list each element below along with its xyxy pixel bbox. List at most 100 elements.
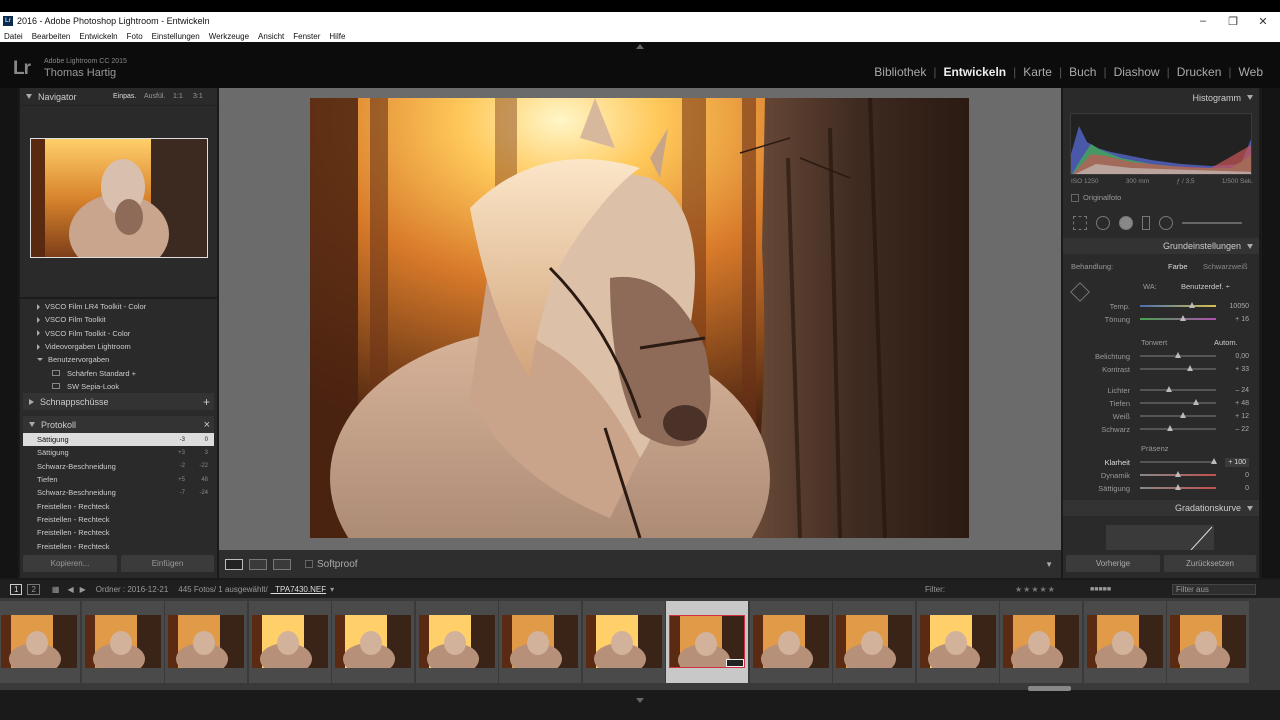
history-item[interactable]: Schwarz-Beschneidung -2 -22	[23, 460, 214, 473]
paste-button[interactable]: Einfügen	[121, 555, 214, 572]
module-bibliothek[interactable]: Bibliothek	[867, 65, 933, 79]
toolbar-menu-icon[interactable]: ▼	[1045, 560, 1053, 569]
before-after-icon[interactable]	[249, 558, 267, 570]
grid-icon[interactable]: ▦	[52, 585, 60, 594]
slider-thumb[interactable]	[1175, 352, 1181, 358]
slider-thumb[interactable]	[1166, 425, 1173, 431]
menu-entwickeln[interactable]: Entwickeln	[79, 32, 117, 41]
loupe-view-icon[interactable]	[225, 558, 243, 570]
slider-track[interactable]	[1140, 412, 1216, 418]
slider-value[interactable]: + 100	[1225, 457, 1249, 467]
filmstrip-thumbnail[interactable]	[1083, 601, 1166, 683]
softproof-toggle[interactable]: Softproof	[305, 559, 358, 570]
filmstrip-thumbnail[interactable]	[582, 601, 665, 683]
preset-folder[interactable]: VSCO Film LR4 Toolkit - Color	[20, 300, 217, 313]
basic-header[interactable]: Grundeinstellungen	[1063, 238, 1259, 254]
slider-thumb[interactable]	[1187, 365, 1194, 371]
spot-removal-icon[interactable]	[1096, 216, 1110, 230]
clear-history-icon[interactable]: ×	[204, 419, 210, 431]
slider-track[interactable]	[1140, 484, 1216, 490]
original-photo-toggle[interactable]: Originalfoto	[1071, 193, 1121, 202]
close-icon[interactable]: ✕	[1248, 12, 1278, 30]
menu-foto[interactable]: Foto	[127, 32, 143, 41]
history-item[interactable]: Freistellen - Rechteck	[23, 499, 214, 512]
softproof-checkbox[interactable]	[305, 560, 313, 568]
preset-folder[interactable]: VSCO Film Toolkit - Color	[20, 327, 217, 340]
module-buch[interactable]: Buch	[1062, 65, 1103, 79]
filmstrip-thumbnail[interactable]	[749, 601, 832, 683]
auto-button[interactable]: Autom.	[1214, 338, 1238, 347]
copy-button[interactable]: Kopieren...	[23, 555, 117, 572]
graduated-filter-icon[interactable]	[1142, 216, 1150, 230]
slider-value[interactable]: – 24	[1235, 387, 1249, 394]
slider-thumb[interactable]	[1175, 484, 1181, 490]
history-item[interactable]: Tiefen +5 48	[23, 473, 214, 486]
history-item[interactable]: Sättigung +3 3	[23, 446, 214, 459]
filmstrip-thumbnail[interactable]	[81, 601, 164, 683]
slider-track[interactable]	[1140, 471, 1216, 477]
slider-value[interactable]: – 22	[1235, 426, 1249, 433]
menu-datei[interactable]: Datei	[4, 32, 23, 41]
forward-arrow-icon[interactable]: ▶	[80, 585, 86, 594]
preset-item[interactable]: SW Sepia-Look	[20, 380, 217, 393]
minimize-icon[interactable]: –	[1188, 12, 1218, 30]
history-item[interactable]: Freistellen - Rechteck	[23, 539, 214, 552]
preset-folder[interactable]: Videovorgaben Lightroom	[20, 340, 217, 353]
slider-value[interactable]: 10050	[1230, 303, 1249, 310]
tone-curve-graph[interactable]	[1106, 525, 1214, 550]
filename-dropdown-icon[interactable]: ▾	[330, 585, 334, 594]
slider-value[interactable]: + 33	[1235, 366, 1249, 373]
slider-value[interactable]: 0	[1245, 472, 1249, 479]
slider-thumb[interactable]	[1188, 302, 1195, 308]
zoom-fill[interactable]: Ausfül.	[144, 93, 165, 100]
history-item[interactable]: Sättigung -3 0	[23, 433, 214, 447]
previous-button[interactable]: Vorherige	[1066, 555, 1160, 572]
filmstrip-thumbnail[interactable]	[499, 601, 581, 683]
slider-thumb[interactable]	[1179, 412, 1186, 418]
filmstrip-thumbnail[interactable]	[0, 601, 80, 683]
top-panel-toggle-icon[interactable]	[636, 44, 644, 49]
add-snapshot-icon[interactable]: +	[203, 395, 210, 409]
monitor-1-button[interactable]: 1	[10, 583, 23, 595]
slider-thumb[interactable]	[1179, 315, 1186, 321]
slider-track[interactable]	[1140, 425, 1216, 431]
navigator-preview[interactable]	[30, 138, 208, 258]
filmstrip-thumbnail[interactable]	[666, 601, 748, 683]
history-item[interactable]: Freistellen - Rechteck	[23, 526, 214, 539]
slider-track[interactable]	[1140, 302, 1216, 308]
slider-value[interactable]: + 48	[1235, 400, 1249, 407]
bottom-panel-toggle-icon[interactable]	[636, 698, 644, 703]
monitor-2-button[interactable]: 2	[27, 583, 40, 595]
history-item[interactable]: Schwarz-Beschneidung -7 -24	[23, 486, 214, 499]
history-header[interactable]: Protokoll ×	[23, 416, 214, 433]
module-web[interactable]: Web	[1232, 65, 1270, 79]
source-folder[interactable]: Ordner : 2016-12-21	[96, 585, 169, 594]
slider-track[interactable]	[1140, 386, 1216, 392]
original-photo-checkbox[interactable]	[1071, 193, 1079, 202]
treatment-color[interactable]: Farbe	[1168, 262, 1188, 271]
filmstrip-thumbnail[interactable]	[916, 601, 999, 683]
radial-filter-icon[interactable]	[1159, 216, 1173, 230]
preset-folder-open[interactable]: Benutzervorgaben	[20, 353, 217, 366]
filmstrip-thumbnail[interactable]	[833, 601, 915, 683]
histogram-graph[interactable]	[1070, 113, 1252, 175]
menu-einstellungen[interactable]: Einstellungen	[152, 32, 200, 41]
preset-folder[interactable]: VSCO Film Toolkit	[20, 313, 217, 326]
histogram-header[interactable]: Histogramm	[1063, 89, 1259, 106]
snapshots-header[interactable]: Schnappschüsse +	[23, 393, 214, 410]
module-diashow[interactable]: Diashow	[1107, 65, 1167, 79]
filmstrip-thumbnail[interactable]	[332, 601, 414, 683]
crop-icon[interactable]	[1073, 216, 1087, 230]
reset-button[interactable]: Zurücksetzen	[1164, 555, 1256, 572]
slider-track[interactable]	[1140, 365, 1216, 371]
menu-hilfe[interactable]: Hilfe	[329, 32, 345, 41]
slider-value[interactable]: + 12	[1235, 413, 1249, 420]
slider-thumb[interactable]	[1193, 399, 1200, 405]
color-labels-icon[interactable]: ■■■■■	[1090, 586, 1111, 593]
slider-track[interactable]	[1140, 315, 1216, 321]
filmstrip-thumbnail[interactable]	[165, 601, 247, 683]
menu-ansicht[interactable]: Ansicht	[258, 32, 284, 41]
menu-werkzeuge[interactable]: Werkzeuge	[209, 32, 249, 41]
wb-select[interactable]: Benutzerdef. ÷	[1181, 282, 1230, 291]
slider-track[interactable]	[1140, 458, 1217, 464]
